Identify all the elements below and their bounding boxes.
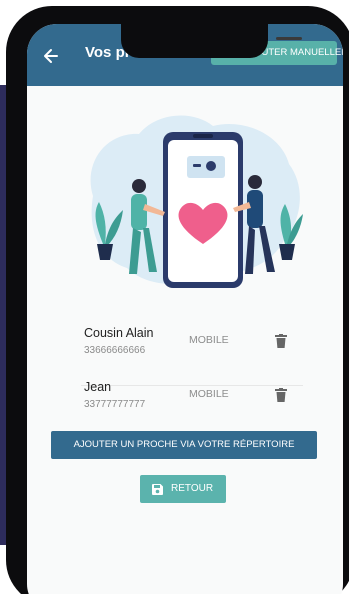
contact-name: Cousin Alain <box>84 326 154 340</box>
contact-phone: 33777777777 <box>84 399 146 410</box>
contact-list-item[interactable]: Cousin Alain 33666666666 MOBILE <box>81 322 303 374</box>
contact-list-item[interactable]: Jean 33777777777 MOBILE <box>81 376 303 428</box>
contact-name: Jean <box>84 380 112 394</box>
add-from-directory-button[interactable]: AJOUTER UN PROCHE VIA VOTRE RÉPERTOIRE <box>51 431 317 459</box>
device-screenshot: Vos proches AJOUTER MANUELLEMENT <box>0 0 349 594</box>
retour-button[interactable]: RETOUR <box>140 475 226 503</box>
contact-type: MOBILE <box>189 334 229 346</box>
speaker-grille <box>276 37 302 40</box>
save-icon <box>152 484 163 495</box>
trash-icon[interactable] <box>275 334 287 348</box>
arrow-left-icon[interactable] <box>41 46 61 66</box>
camera-notch <box>121 24 302 58</box>
trash-icon[interactable] <box>275 388 287 402</box>
contact-type: MOBILE <box>189 388 229 400</box>
retour-label: RETOUR <box>171 483 214 494</box>
phone-with-heart-illustration <box>90 115 303 288</box>
app-screen: Vos proches AJOUTER MANUELLEMENT <box>27 24 343 594</box>
phone-frame: Vos proches AJOUTER MANUELLEMENT <box>6 6 349 594</box>
contact-phone: 33666666666 <box>84 345 146 356</box>
